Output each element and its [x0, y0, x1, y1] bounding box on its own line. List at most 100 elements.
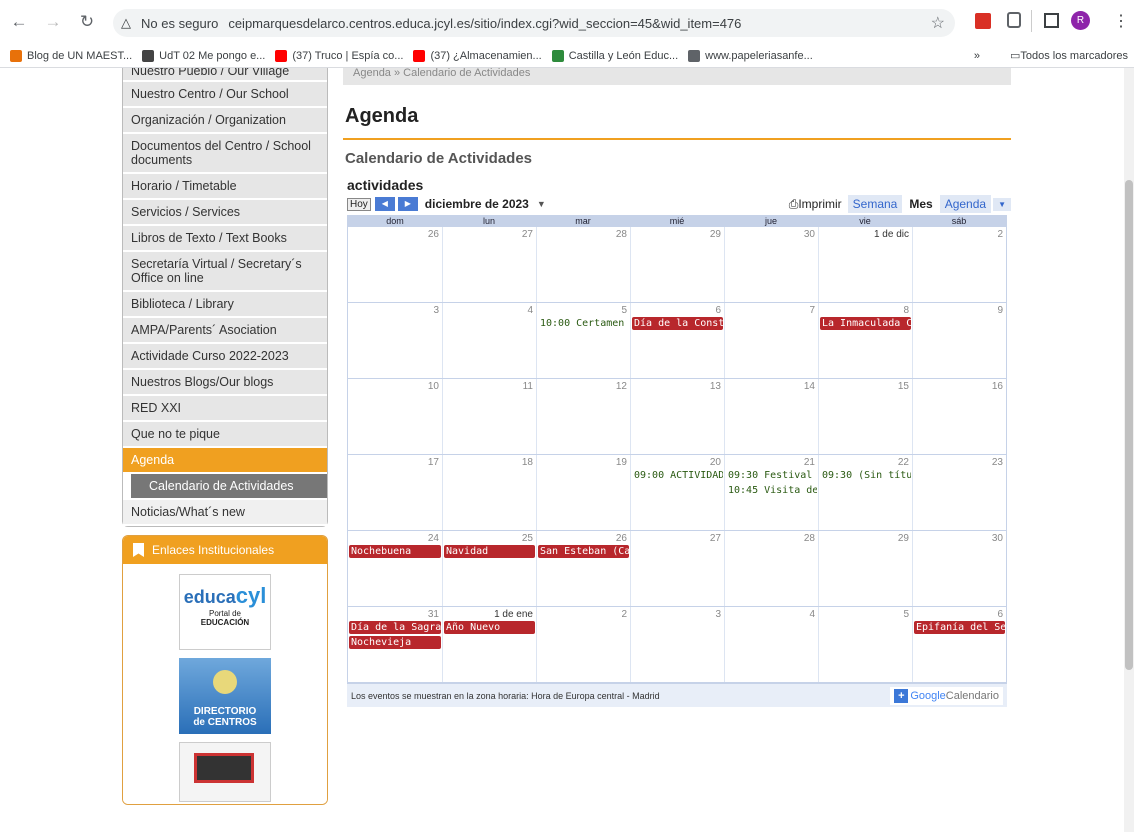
calendar-day-cell[interactable]: 15: [818, 379, 912, 454]
calendar-event[interactable]: Navidad: [444, 545, 535, 558]
sidebar-item[interactable]: RED XXI: [123, 396, 327, 422]
calendar-day-cell[interactable]: 26 San Esteban (Cat: [536, 531, 630, 606]
calendar-day-cell[interactable]: 28: [724, 531, 818, 606]
bookmark-item[interactable]: Castilla y León Educ...: [551, 49, 678, 62]
calendar-day-cell[interactable]: 27: [442, 227, 536, 302]
calendar-day-cell[interactable]: 2009:00 ACTIVIDAD D: [630, 455, 724, 530]
bookmark-item[interactable]: Blog de UN MAEST...: [10, 49, 132, 62]
bookmark-item[interactable]: (37) Truco | Espía co...: [275, 49, 403, 62]
calendar-day-cell[interactable]: 12: [536, 379, 630, 454]
calendar-day-cell[interactable]: 18: [442, 455, 536, 530]
sidebar-item[interactable]: Calendario de Actividades: [131, 474, 327, 500]
calendar-event[interactable]: Día de la Sagrada: [349, 621, 441, 634]
calendar-day-cell[interactable]: 2: [912, 227, 1006, 302]
sidebar-item[interactable]: Horario / Timetable: [123, 174, 327, 200]
calendar-day-cell[interactable]: 8 La Inmaculada Co: [818, 303, 912, 378]
bookmark-item[interactable]: www.papeleriasanfe...: [688, 49, 813, 62]
sidebar-item[interactable]: Organización / Organization: [123, 108, 327, 134]
calendar-day-cell[interactable]: 30: [912, 531, 1006, 606]
calendar-day-cell[interactable]: 5: [818, 607, 912, 682]
pdf-extension-icon[interactable]: [975, 13, 991, 29]
sidebar-item[interactable]: Nuestro Centro / Our School: [123, 82, 327, 108]
calendar-event[interactable]: Epifanía del Seño: [914, 621, 1005, 634]
calendar-event[interactable]: 09:30 Festival de N: [726, 469, 817, 482]
calendar-day-cell[interactable]: 16: [912, 379, 1006, 454]
sidebar-item[interactable]: Que no te pique: [123, 422, 327, 448]
calendar-event[interactable]: Año Nuevo: [444, 621, 535, 634]
calendar-day-cell[interactable]: 29: [818, 531, 912, 606]
calendar-day-cell[interactable]: 1 de ene Año Nuevo: [442, 607, 536, 682]
sidebar-item[interactable]: Nuestro Pueblo / Our Village: [123, 68, 327, 82]
all-bookmarks[interactable]: ▭ Todos los marcadores: [1010, 49, 1128, 63]
breadcrumb[interactable]: Agenda » Calendario de Actividades: [343, 68, 1011, 85]
today-button[interactable]: Hoy: [347, 197, 371, 211]
bookmark-item[interactable]: (37) ¿Almacenamien...: [413, 49, 542, 62]
calendar-event[interactable]: 09:30 (Sin título): [820, 469, 911, 482]
bookmark-star-icon[interactable]: ☆: [931, 13, 945, 33]
calendar-day-cell[interactable]: 25 Navidad: [442, 531, 536, 606]
calendar-event[interactable]: La Inmaculada Co: [820, 317, 911, 330]
calendar-day-cell[interactable]: 26: [348, 227, 442, 302]
calendar-day-cell[interactable]: 7: [724, 303, 818, 378]
profile-avatar[interactable]: R: [1071, 11, 1090, 30]
third-banner[interactable]: [179, 742, 271, 802]
sidebar-item[interactable]: Servicios / Services: [123, 200, 327, 226]
sidebar-item[interactable]: Actividade Curso 2022-2023: [123, 344, 327, 370]
calendar-event[interactable]: Día de la Constitu: [632, 317, 723, 330]
calendar-day-cell[interactable]: 9: [912, 303, 1006, 378]
side-panel-icon[interactable]: [1044, 13, 1059, 28]
calendar-day-cell[interactable]: 6Epifanía del Seño: [912, 607, 1006, 682]
calendar-day-cell[interactable]: 11: [442, 379, 536, 454]
sidebar-item[interactable]: AMPA/Parents´ Asociation: [123, 318, 327, 344]
print-icon[interactable]: ⎙: [789, 197, 799, 212]
calendar-day-cell[interactable]: 10: [348, 379, 442, 454]
tab-agenda[interactable]: Agenda: [939, 195, 992, 213]
calendar-event[interactable]: 10:00 Certamen de: [538, 317, 629, 330]
sidebar-item[interactable]: Secretaría Virtual / Secretary´s Office …: [123, 252, 327, 292]
forward-icon[interactable]: →: [42, 11, 64, 33]
calendar-event[interactable]: San Esteban (Cat: [538, 545, 629, 558]
reload-icon[interactable]: ↻: [76, 11, 98, 33]
calendar-day-cell[interactable]: 14: [724, 379, 818, 454]
bookmarks-more[interactable]: »: [974, 50, 980, 62]
calendar-day-cell[interactable]: 2209:30 (Sin título): [818, 455, 912, 530]
calendar-day-cell[interactable]: 2: [536, 607, 630, 682]
calendar-day-cell[interactable]: 27: [630, 531, 724, 606]
calendar-day-cell[interactable]: 2109:30 Festival de N 10:45 Visita del Pa…: [724, 455, 818, 530]
sidebar-item[interactable]: Documentos del Centro / School documents: [123, 134, 327, 174]
security-warning[interactable]: No es seguro: [141, 16, 218, 31]
print-link[interactable]: Imprimir: [798, 197, 841, 211]
calendar-day-cell[interactable]: 4: [442, 303, 536, 378]
sidebar-item[interactable]: Noticias/What´s new: [123, 500, 327, 526]
calendar-day-cell[interactable]: 1 de dic: [818, 227, 912, 302]
google-calendar-button[interactable]: + Google Calendario: [890, 686, 1003, 705]
calendar-day-cell[interactable]: 3: [630, 607, 724, 682]
calendar-day-cell[interactable]: 28: [536, 227, 630, 302]
calendar-day-cell[interactable]: 17: [348, 455, 442, 530]
bookmark-item[interactable]: UdT 02 Me pongo e...: [142, 49, 265, 62]
sidebar-item[interactable]: Biblioteca / Library: [123, 292, 327, 318]
prev-month-icon[interactable]: ◀: [374, 197, 395, 211]
month-dropdown-icon[interactable]: ▼: [537, 199, 546, 209]
agenda-dropdown-icon[interactable]: ▼: [993, 197, 1011, 211]
sidebar-item[interactable]: Nuestros Blogs/Our blogs: [123, 370, 327, 396]
calendar-day-cell[interactable]: 31Día de la Sagrada Nochevieja: [348, 607, 442, 682]
calendar-event[interactable]: Nochebuena: [349, 545, 441, 558]
sidebar-item[interactable]: Agenda: [123, 448, 327, 474]
calendar-day-cell[interactable]: 29: [630, 227, 724, 302]
calendar-day-cell[interactable]: 23: [912, 455, 1006, 530]
next-month-icon[interactable]: ▶: [397, 197, 418, 211]
sidebar-item[interactable]: Libros de Texto / Text Books: [123, 226, 327, 252]
calendar-day-cell[interactable]: 19: [536, 455, 630, 530]
calendar-day-cell[interactable]: 13: [630, 379, 724, 454]
scrollbar-thumb[interactable]: [1125, 180, 1133, 670]
calendar-event[interactable]: Nochevieja: [349, 636, 441, 649]
calendar-day-cell[interactable]: 24 Nochebuena: [348, 531, 442, 606]
month-label[interactable]: diciembre de 2023: [425, 197, 529, 211]
educacyl-logo[interactable]: educacyl Portal de EDUCACIÓN: [179, 574, 271, 650]
tab-week[interactable]: Semana: [847, 195, 903, 213]
directorio-centros-banner[interactable]: DIRECTORIO de CENTROS: [179, 658, 271, 734]
page-scrollbar[interactable]: [1124, 68, 1134, 832]
calendar-day-cell[interactable]: 3: [348, 303, 442, 378]
url-text[interactable]: ceipmarquesdelarco.centros.educa.jcyl.es…: [228, 16, 741, 31]
